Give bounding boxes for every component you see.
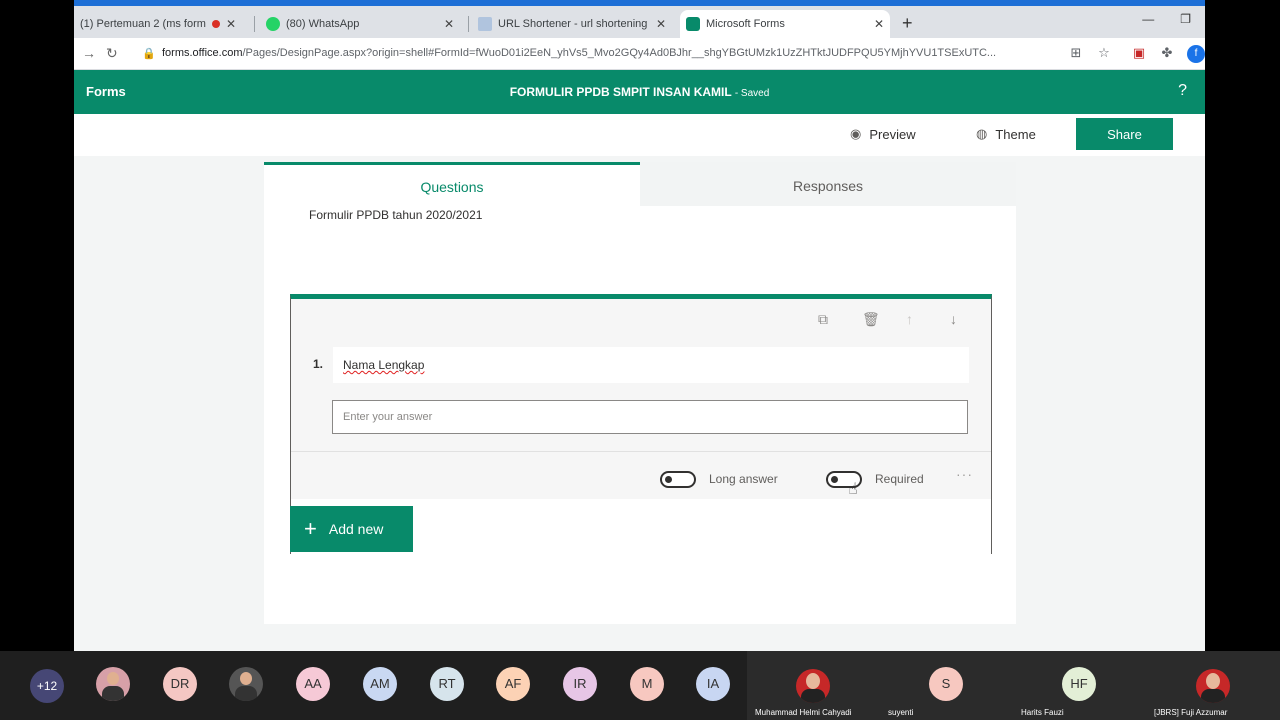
participant-avatar: S <box>929 667 963 701</box>
browser-tab-pertemuan[interactable]: (1) Pertemuan 2 (ms form & ✕ <box>74 10 242 38</box>
translate-icon[interactable]: ⊞ <box>1068 45 1084 61</box>
participant-avatar[interactable] <box>96 667 130 701</box>
browser-window: (1) Pertemuan 2 (ms form & ✕ (80) WhatsA… <box>74 0 1205 651</box>
theme-button[interactable]: ◍ Theme <box>976 126 1036 142</box>
saved-status: - Saved <box>734 88 770 99</box>
recording-icon <box>211 20 220 28</box>
add-new-button[interactable]: + Add new <box>290 506 413 552</box>
help-icon[interactable]: ? <box>1178 82 1187 100</box>
participant-photo <box>1196 669 1230 703</box>
palette-icon: ◍ <box>976 126 988 141</box>
new-tab-icon[interactable]: + <box>902 13 913 34</box>
address-bar: → ↻ 🔒 forms.office.com/Pages/DesignPage.… <box>74 38 1205 70</box>
extension-shield-icon[interactable]: ▣ <box>1131 45 1147 61</box>
trash-icon[interactable]: 🗑 <box>862 311 880 328</box>
participant-name: Muhammad Helmi Cahyadi <box>755 708 852 717</box>
puzzle-icon[interactable]: ✤ <box>1159 45 1175 61</box>
more-options-icon[interactable]: ··· <box>956 466 973 482</box>
command-bar: ◉ Preview ◍ Theme Share <box>74 114 1205 156</box>
participant-avatar[interactable]: AF <box>496 667 530 701</box>
participant-avatar[interactable] <box>229 667 263 701</box>
url-field[interactable]: forms.office.com/Pages/DesignPage.aspx?o… <box>162 47 1062 59</box>
tab-responses[interactable]: Responses <box>640 162 1016 206</box>
whatsapp-icon <box>266 17 280 31</box>
tab-questions[interactable]: Questions <box>264 162 640 206</box>
tab-title: URL Shortener - url shortening s <box>498 18 650 30</box>
participant-name: [JBRS] Fuji Azzumar <box>1154 708 1228 717</box>
participant-avatar: HF <box>1062 667 1096 701</box>
participant-avatar[interactable]: RT <box>430 667 464 701</box>
share-button[interactable]: Share <box>1076 118 1173 150</box>
meeting-participants-strip: +12 DR AA AM RT AF IR M IA Muhammad Helmi Cahya… <box>0 651 1280 720</box>
arrow-up-icon[interactable]: ↑ <box>906 311 913 327</box>
more-participants-badge[interactable]: +12 <box>30 669 64 703</box>
browser-tab-whatsapp[interactable]: (80) WhatsApp ✕ <box>260 10 460 38</box>
tab-title: Microsoft Forms <box>706 18 785 30</box>
long-answer-label: Long answer <box>709 472 778 486</box>
participant-tile[interactable]: HF Harits Fauzi <box>1013 651 1146 720</box>
long-answer-toggle[interactable] <box>660 471 696 488</box>
copy-icon[interactable]: ⧉ <box>818 311 828 328</box>
form-tabs: Questions Responses <box>264 162 1016 206</box>
profile-avatar[interactable]: f <box>1187 45 1205 63</box>
participant-tile[interactable]: Muhammad Helmi Cahyadi <box>747 651 880 720</box>
close-tab-icon[interactable]: ✕ <box>226 17 236 31</box>
participant-name: suyenti <box>888 708 914 717</box>
hand-cursor-icon: ☝ <box>848 481 858 498</box>
browser-tab-microsoft-forms[interactable]: Microsoft Forms ✕ <box>680 10 890 38</box>
participant-avatar[interactable]: IA <box>696 667 730 701</box>
participant-photo <box>796 669 830 703</box>
answer-input[interactable]: Enter your answer <box>332 400 968 434</box>
close-tab-icon[interactable]: ✕ <box>656 17 666 31</box>
participant-name: Harits Fauzi <box>1021 708 1064 717</box>
tab-title: (80) WhatsApp <box>286 18 360 30</box>
question-title-input[interactable]: Nama Lengkap <box>333 347 969 383</box>
participant-avatar[interactable]: AA <box>296 667 330 701</box>
link-icon <box>478 17 492 31</box>
form-title: FORMULIR PPDB SMPIT INSAN KAMIL - Saved <box>509 85 770 99</box>
close-tab-icon[interactable]: ✕ <box>874 17 884 31</box>
tab-title: (1) Pertemuan 2 (ms form & <box>80 18 208 30</box>
arrow-down-icon[interactable]: ↓ <box>950 311 957 327</box>
preview-button[interactable]: ◉ Preview <box>850 126 916 142</box>
required-label: Required <box>875 472 924 486</box>
form-canvas: Questions Responses Formulir PPDB tahun … <box>264 162 1016 624</box>
forms-icon <box>686 17 700 31</box>
plus-icon: + <box>304 516 317 541</box>
close-tab-icon[interactable]: ✕ <box>444 17 454 31</box>
participant-avatar[interactable]: DR <box>163 667 197 701</box>
tab-strip: (1) Pertemuan 2 (ms form & ✕ (80) WhatsA… <box>74 0 1205 38</box>
form-description[interactable]: Formulir PPDB tahun 2020/2021 <box>309 208 482 222</box>
browser-tab-url-shortener[interactable]: URL Shortener - url shortening s ✕ <box>472 10 672 38</box>
question-number: 1. <box>313 357 324 371</box>
participant-avatar[interactable]: AM <box>363 667 397 701</box>
minimize-icon[interactable]: — <box>1142 12 1154 26</box>
question-options-bar: Long answer Required ··· ☝ <box>291 451 991 499</box>
maximize-icon[interactable]: ❐ <box>1180 12 1191 26</box>
question-card[interactable]: ⧉ 🗑 ↑ ↓ 1. Nama Lengkap Enter your answe… <box>290 294 992 554</box>
forms-header: Forms FORMULIR PPDB SMPIT INSAN KAMIL - … <box>74 70 1205 114</box>
star-icon[interactable]: ☆ <box>1096 45 1112 61</box>
window-controls: — ❐ <box>1142 12 1191 26</box>
forward-icon[interactable]: → <box>82 45 96 61</box>
participant-tile[interactable]: S suyenti <box>880 651 1013 720</box>
lock-icon[interactable]: 🔒 <box>142 47 156 60</box>
participant-tile[interactable]: [JBRS] Fuji Azzumar <box>1146 651 1280 720</box>
participant-avatar[interactable]: M <box>630 667 664 701</box>
eye-icon: ◉ <box>850 126 862 141</box>
reload-icon[interactable]: ↻ <box>106 45 118 62</box>
participant-avatar[interactable]: IR <box>563 667 597 701</box>
